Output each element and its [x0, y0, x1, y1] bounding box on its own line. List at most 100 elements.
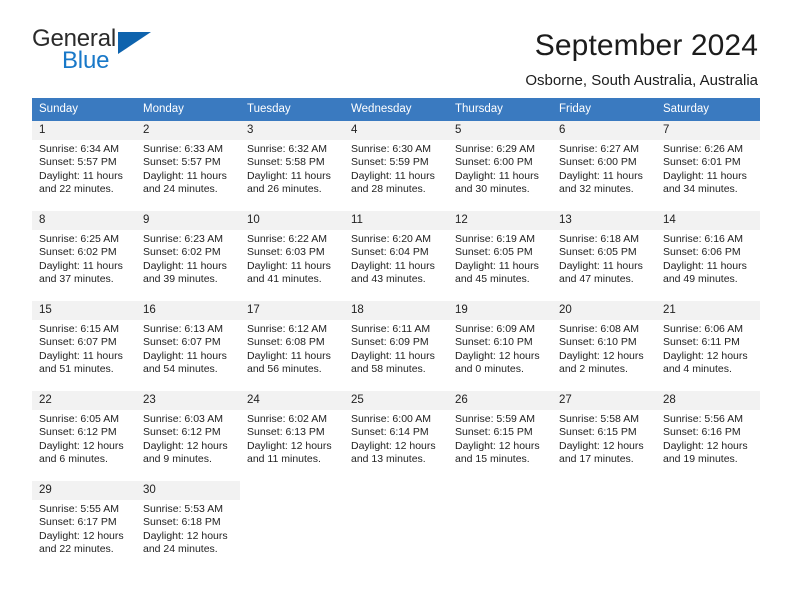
calendar-day-cell[interactable]: 27 Sunrise: 5:58 AM Sunset: 6:15 PM Dayligh…: [552, 391, 656, 471]
day-details: Sunrise: 6:34 AM Sunset: 5:57 PM Daylight:…: [32, 140, 136, 197]
weekday-header-friday: Friday: [552, 98, 656, 121]
day-sunset-text: Sunset: 6:11 PM: [663, 336, 740, 349]
day-daylight-line2-text: and 54 minutes.: [143, 363, 218, 376]
day-daylight-line2-text: and 24 minutes.: [143, 543, 218, 556]
day-inner: 20 Sunrise: 6:08 AM Sunset: 6:10 PM Dayligh…: [552, 301, 656, 381]
calendar-day-cell[interactable]: 30 Sunrise: 5:53 AM Sunset: 6:18 PM Dayligh…: [136, 481, 240, 561]
day-sunset-text: Sunset: 6:15 PM: [455, 426, 533, 439]
day-number: [656, 481, 760, 500]
day-daylight-line1-text: Daylight: 11 hours: [39, 169, 123, 182]
day-details: Sunrise: 6:08 AM Sunset: 6:10 PM Daylight:…: [552, 320, 656, 377]
week-spacer: [32, 381, 760, 391]
day-sunset-text: Sunset: 6:12 PM: [143, 426, 221, 439]
day-number: 22: [32, 391, 136, 410]
calendar-day-cell[interactable]: 28 Sunrise: 5:56 AM Sunset: 6:16 PM Dayligh…: [656, 391, 760, 471]
day-daylight-line2-text: and 39 minutes.: [143, 273, 218, 286]
sunrise-sunset-calendar: Sunday Monday Tuesday Wednesday Thursday…: [32, 98, 760, 561]
day-details: Sunrise: 6:23 AM Sunset: 6:02 PM Daylight:…: [136, 230, 240, 287]
day-sunset-text: Sunset: 6:10 PM: [559, 336, 637, 349]
day-number: 25: [344, 391, 448, 410]
calendar-day-cell[interactable]: 13 Sunrise: 6:18 AM Sunset: 6:05 PM Dayligh…: [552, 211, 656, 291]
day-daylight-line2-text: and 51 minutes.: [39, 363, 114, 376]
calendar-day-cell-empty: [240, 481, 344, 561]
day-details: Sunrise: 6:26 AM Sunset: 6:01 PM Daylight:…: [656, 140, 760, 197]
calendar-day-cell[interactable]: 14 Sunrise: 6:16 AM Sunset: 6:06 PM Dayligh…: [656, 211, 760, 291]
day-details: Sunrise: 6:02 AM Sunset: 6:13 PM Daylight:…: [240, 410, 344, 467]
day-number: 11: [344, 211, 448, 230]
location-subtitle: Osborne, South Australia, Australia: [525, 72, 758, 89]
calendar-day-cell[interactable]: 24 Sunrise: 6:02 AM Sunset: 6:13 PM Dayligh…: [240, 391, 344, 471]
calendar-day-cell[interactable]: 12 Sunrise: 6:19 AM Sunset: 6:05 PM Dayligh…: [448, 211, 552, 291]
week-spacer: [32, 291, 760, 301]
calendar-day-cell[interactable]: 5 Sunrise: 6:29 AM Sunset: 6:00 PM Daylight…: [448, 121, 552, 201]
day-daylight-line2-text: and 32 minutes.: [559, 183, 634, 196]
day-daylight-line2-text: and 49 minutes.: [663, 273, 738, 286]
day-number: 21: [656, 301, 760, 320]
day-number: 5: [448, 121, 552, 140]
calendar-day-cell[interactable]: 10 Sunrise: 6:22 AM Sunset: 6:03 PM Dayligh…: [240, 211, 344, 291]
calendar-day-cell[interactable]: 23 Sunrise: 6:03 AM Sunset: 6:12 PM Dayligh…: [136, 391, 240, 471]
day-daylight-line1-text: Daylight: 12 hours: [143, 529, 228, 542]
calendar-day-cell[interactable]: 15 Sunrise: 6:15 AM Sunset: 6:07 PM Dayligh…: [32, 301, 136, 381]
calendar-day-cell[interactable]: 18 Sunrise: 6:11 AM Sunset: 6:09 PM Dayligh…: [344, 301, 448, 381]
day-number: 15: [32, 301, 136, 320]
day-number: 28: [656, 391, 760, 410]
day-daylight-line1-text: Daylight: 11 hours: [351, 169, 435, 182]
week-spacer: [32, 201, 760, 211]
calendar-day-cell[interactable]: 2 Sunrise: 6:33 AM Sunset: 5:57 PM Daylight…: [136, 121, 240, 201]
day-sunrise-text: Sunrise: 6:11 AM: [351, 323, 431, 335]
day-sunset-text: Sunset: 6:12 PM: [39, 426, 117, 439]
calendar-day-cell[interactable]: 4 Sunrise: 6:30 AM Sunset: 5:59 PM Daylight…: [344, 121, 448, 201]
day-daylight-line1-text: Daylight: 11 hours: [143, 259, 227, 272]
day-daylight-line2-text: and 43 minutes.: [351, 273, 426, 286]
day-daylight-line2-text: and 22 minutes.: [39, 183, 114, 196]
day-sunset-text: Sunset: 6:16 PM: [663, 426, 741, 439]
calendar-day-cell[interactable]: 17 Sunrise: 6:12 AM Sunset: 6:08 PM Dayligh…: [240, 301, 344, 381]
calendar-day-cell[interactable]: 6 Sunrise: 6:27 AM Sunset: 6:00 PM Daylight…: [552, 121, 656, 201]
calendar-day-cell[interactable]: 26 Sunrise: 5:59 AM Sunset: 6:15 PM Dayligh…: [448, 391, 552, 471]
day-sunrise-text: Sunrise: 5:53 AM: [143, 503, 223, 515]
day-number: 6: [552, 121, 656, 140]
day-number: 16: [136, 301, 240, 320]
day-sunset-text: Sunset: 5:57 PM: [39, 156, 117, 169]
day-daylight-line1-text: Daylight: 12 hours: [351, 439, 436, 452]
calendar-day-cell[interactable]: 16 Sunrise: 6:13 AM Sunset: 6:07 PM Dayligh…: [136, 301, 240, 381]
calendar-day-cell[interactable]: 11 Sunrise: 6:20 AM Sunset: 6:04 PM Dayligh…: [344, 211, 448, 291]
day-details: [552, 500, 656, 503]
calendar-day-cell[interactable]: 19 Sunrise: 6:09 AM Sunset: 6:10 PM Dayligh…: [448, 301, 552, 381]
calendar-day-cell-empty: [656, 481, 760, 561]
calendar-day-cell[interactable]: 21 Sunrise: 6:06 AM Sunset: 6:11 PM Dayligh…: [656, 301, 760, 381]
day-details: Sunrise: 6:27 AM Sunset: 6:00 PM Daylight:…: [552, 140, 656, 197]
day-daylight-line2-text: and 15 minutes.: [455, 453, 530, 466]
day-number: 26: [448, 391, 552, 410]
calendar-day-cell[interactable]: 7 Sunrise: 6:26 AM Sunset: 6:01 PM Daylight…: [656, 121, 760, 201]
day-inner: 4 Sunrise: 6:30 AM Sunset: 5:59 PM Daylight…: [344, 121, 448, 201]
day-inner: 14 Sunrise: 6:16 AM Sunset: 6:06 PM Dayligh…: [656, 211, 760, 291]
general-blue-logo[interactable]: General Blue: [32, 26, 182, 82]
day-sunset-text: Sunset: 6:06 PM: [663, 246, 741, 259]
calendar-day-cell[interactable]: 25 Sunrise: 6:00 AM Sunset: 6:14 PM Dayligh…: [344, 391, 448, 471]
calendar-day-cell[interactable]: 29 Sunrise: 5:55 AM Sunset: 6:17 PM Dayligh…: [32, 481, 136, 561]
day-inner: 12 Sunrise: 6:19 AM Sunset: 6:05 PM Dayligh…: [448, 211, 552, 291]
day-inner: 5 Sunrise: 6:29 AM Sunset: 6:00 PM Daylight…: [448, 121, 552, 201]
day-inner: 21 Sunrise: 6:06 AM Sunset: 6:11 PM Dayligh…: [656, 301, 760, 381]
calendar-day-cell[interactable]: 20 Sunrise: 6:08 AM Sunset: 6:10 PM Dayligh…: [552, 301, 656, 381]
calendar-day-cell[interactable]: 22 Sunrise: 6:05 AM Sunset: 6:12 PM Dayligh…: [32, 391, 136, 471]
day-number: 12: [448, 211, 552, 230]
calendar-day-cell[interactable]: 3 Sunrise: 6:32 AM Sunset: 5:58 PM Daylight…: [240, 121, 344, 201]
day-sunset-text: Sunset: 6:15 PM: [559, 426, 637, 439]
day-daylight-line2-text: and 24 minutes.: [143, 183, 218, 196]
day-inner: 8 Sunrise: 6:25 AM Sunset: 6:02 PM Daylight…: [32, 211, 136, 291]
calendar-day-cell[interactable]: 1 Sunrise: 6:34 AM Sunset: 5:57 PM Daylight…: [32, 121, 136, 201]
day-inner: 16 Sunrise: 6:13 AM Sunset: 6:07 PM Dayligh…: [136, 301, 240, 381]
day-details: Sunrise: 6:00 AM Sunset: 6:14 PM Daylight:…: [344, 410, 448, 467]
day-number: 7: [656, 121, 760, 140]
title-block: September 2024 Osborne, South Australia,…: [525, 26, 758, 92]
day-sunset-text: Sunset: 6:14 PM: [351, 426, 429, 439]
day-inner: [240, 481, 344, 561]
day-daylight-line1-text: Daylight: 12 hours: [39, 439, 124, 452]
calendar-day-cell[interactable]: 8 Sunrise: 6:25 AM Sunset: 6:02 PM Daylight…: [32, 211, 136, 291]
calendar-day-cell[interactable]: 9 Sunrise: 6:23 AM Sunset: 6:02 PM Daylight…: [136, 211, 240, 291]
day-daylight-line2-text: and 2 minutes.: [559, 363, 628, 376]
day-daylight-line2-text: and 26 minutes.: [247, 183, 322, 196]
